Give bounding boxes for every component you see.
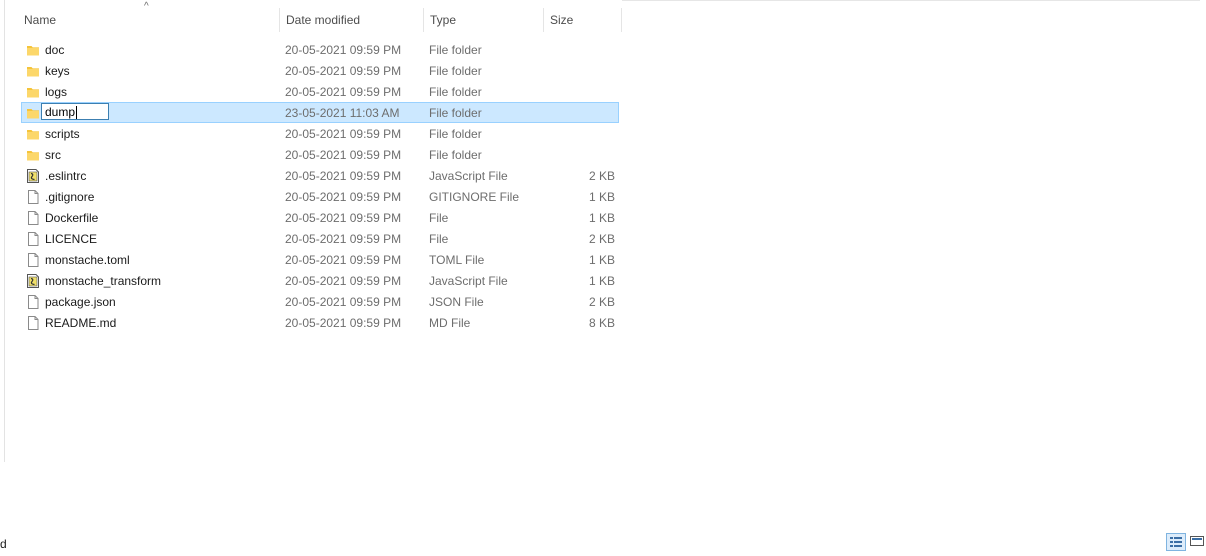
- file-type: File folder: [429, 127, 482, 141]
- file-name: LICENCE: [45, 232, 98, 246]
- file-row[interactable]: .gitignore 20-05-2021 09:59 PM GITIGNORE F…: [21, 186, 619, 207]
- file-date-modified: 20-05-2021 09:59 PM: [285, 85, 402, 99]
- file-date-modified: 20-05-2021 09:59 PM: [285, 253, 402, 267]
- file-name: package.json: [45, 295, 116, 309]
- file-icon: [26, 316, 40, 330]
- file-size: 1 KB: [588, 274, 615, 288]
- folder-icon: [26, 64, 40, 78]
- file-date-modified: 23-05-2021 11:03 AM: [285, 106, 400, 120]
- file-name: README.md: [45, 316, 117, 330]
- divider: [622, 0, 1200, 1]
- file-size: 2 KB: [588, 169, 615, 183]
- file-date-modified: 20-05-2021 09:59 PM: [285, 232, 402, 246]
- folder-icon: [26, 85, 40, 99]
- column-header-name[interactable]: Name: [18, 8, 280, 32]
- file-type: JSON File: [429, 295, 484, 309]
- file-type: JavaScript File: [429, 169, 508, 183]
- file-name: monstache_transform: [45, 274, 162, 288]
- large-icons-view-button[interactable]: [1188, 533, 1206, 551]
- column-header-size[interactable]: Size: [544, 8, 622, 32]
- file-type: File folder: [429, 85, 482, 99]
- javascript-file-icon: [26, 274, 40, 288]
- details-view-icon: [1170, 537, 1182, 547]
- file-icon: [26, 232, 40, 246]
- file-type: File: [429, 232, 449, 246]
- file-size: 8 KB: [588, 316, 615, 330]
- file-row[interactable]: dump 23-05-2021 11:03 AM File folder: [21, 102, 619, 123]
- file-type: GITIGNORE File: [429, 190, 520, 204]
- file-list: doc 20-05-2021 09:59 PM File folder keys 20-…: [21, 39, 619, 333]
- file-icon: [26, 253, 40, 267]
- file-name: monstache.toml: [45, 253, 130, 267]
- file-size: 1 KB: [588, 190, 615, 204]
- file-name: src: [45, 148, 61, 162]
- file-row[interactable]: monstache_transform 20-05-2021 09:59 PM Ja…: [21, 270, 619, 291]
- file-date-modified: 20-05-2021 09:59 PM: [285, 211, 402, 225]
- folder-icon: [26, 127, 40, 141]
- column-header-date-modified[interactable]: Date modified: [280, 8, 424, 32]
- file-name: doc: [45, 43, 65, 57]
- column-header-bar: ^ Name Date modified Type Size: [18, 1, 622, 32]
- file-size: 2 KB: [588, 232, 615, 246]
- file-date-modified: 20-05-2021 09:59 PM: [285, 295, 402, 309]
- folder-icon: [26, 106, 40, 120]
- file-icon: [26, 211, 40, 225]
- truncated-status-text: d: [0, 537, 7, 551]
- large-icons-view-icon: [1190, 536, 1204, 546]
- file-date-modified: 20-05-2021 09:59 PM: [285, 64, 402, 78]
- file-row[interactable]: LICENCE 20-05-2021 09:59 PM File 2 KB: [21, 228, 619, 249]
- file-date-modified: 20-05-2021 09:59 PM: [285, 127, 402, 141]
- details-view-button[interactable]: [1166, 533, 1186, 551]
- file-row[interactable]: README.md 20-05-2021 09:59 PM MD File 8 KB: [21, 312, 619, 333]
- file-row[interactable]: monstache.toml 20-05-2021 09:59 PM TOML Fi…: [21, 249, 619, 270]
- file-type: File folder: [429, 106, 482, 120]
- file-date-modified: 20-05-2021 09:59 PM: [285, 190, 402, 204]
- file-name: Dockerfile: [45, 211, 99, 225]
- file-row[interactable]: .eslintrc 20-05-2021 09:59 PM JavaScript F…: [21, 165, 619, 186]
- text-cursor: [76, 106, 78, 120]
- file-type: File folder: [429, 148, 482, 162]
- file-date-modified: 20-05-2021 09:59 PM: [285, 316, 402, 330]
- file-row[interactable]: scripts 20-05-2021 09:59 PM File folder: [21, 123, 619, 144]
- file-row[interactable]: keys 20-05-2021 09:59 PM File folder: [21, 60, 619, 81]
- file-date-modified: 20-05-2021 09:59 PM: [285, 148, 402, 162]
- file-size: 1 KB: [588, 253, 615, 267]
- file-name: .gitignore: [45, 190, 95, 204]
- folder-icon: [26, 43, 40, 57]
- file-list-pane: d ^ Name Date modified Type Size doc 20-0…: [0, 0, 1206, 556]
- file-date-modified: 20-05-2021 09:59 PM: [285, 274, 402, 288]
- file-date-modified: 20-05-2021 09:59 PM: [285, 169, 402, 183]
- file-type: MD File: [429, 316, 471, 330]
- javascript-file-icon: [26, 169, 40, 183]
- file-row[interactable]: package.json 20-05-2021 09:59 PM JSON File…: [21, 291, 619, 312]
- file-type: JavaScript File: [429, 274, 508, 288]
- file-icon: [26, 295, 40, 309]
- file-name: logs: [45, 85, 68, 99]
- navigation-pane-edge[interactable]: [0, 0, 5, 462]
- rename-input[interactable]: dump: [41, 103, 109, 120]
- file-row[interactable]: logs 20-05-2021 09:59 PM File folder: [21, 81, 619, 102]
- column-header-type[interactable]: Type: [424, 8, 544, 32]
- file-row[interactable]: doc 20-05-2021 09:59 PM File folder: [21, 39, 619, 60]
- file-row[interactable]: src 20-05-2021 09:59 PM File folder: [21, 144, 619, 165]
- file-date-modified: 20-05-2021 09:59 PM: [285, 43, 402, 57]
- file-name: keys: [45, 64, 70, 78]
- file-name: scripts: [45, 127, 80, 141]
- file-type: TOML File: [429, 253, 485, 267]
- file-size: 2 KB: [588, 295, 615, 309]
- rename-input-text: dump: [45, 105, 76, 119]
- file-row[interactable]: Dockerfile 20-05-2021 09:59 PM File 1 KB: [21, 207, 619, 228]
- file-type: File: [429, 211, 449, 225]
- file-type: File folder: [429, 64, 482, 78]
- file-name: .eslintrc: [45, 169, 87, 183]
- file-size: 1 KB: [588, 211, 615, 225]
- file-icon: [26, 190, 40, 204]
- file-type: File folder: [429, 43, 482, 57]
- folder-icon: [26, 148, 40, 162]
